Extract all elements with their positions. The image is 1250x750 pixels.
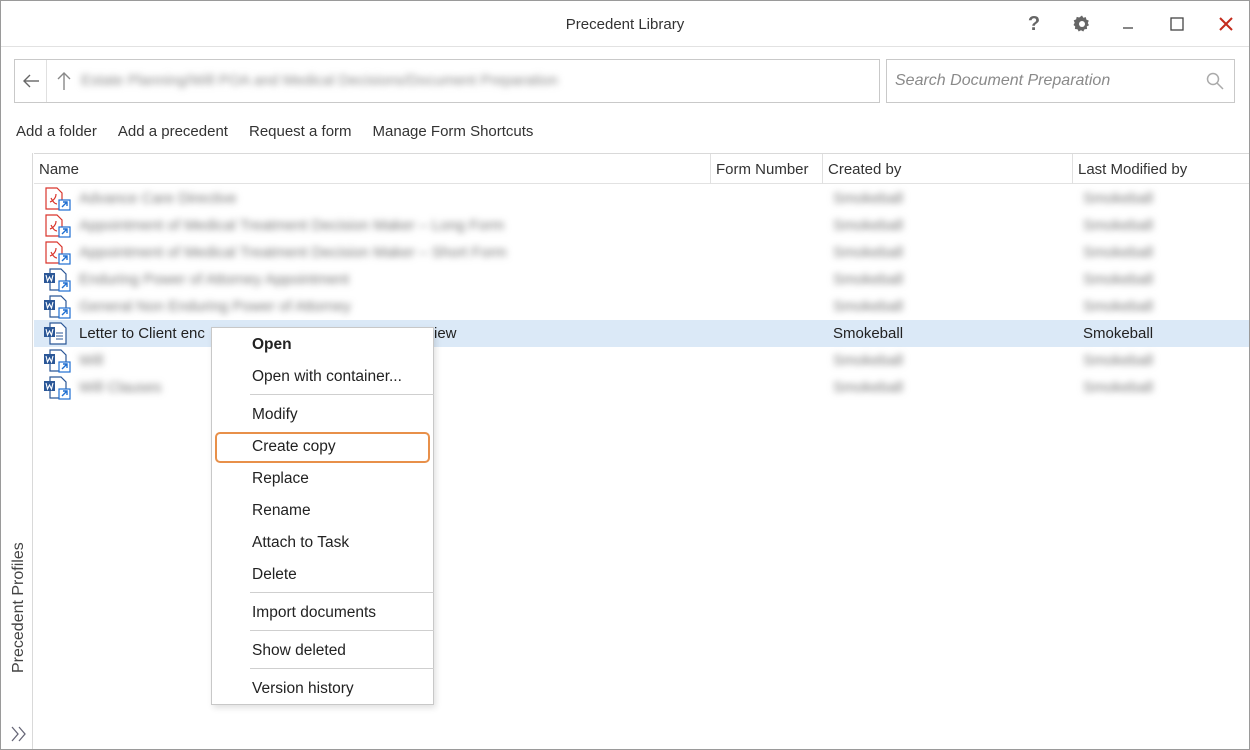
context-menu: Open Open with container... Modify Creat… [211, 327, 434, 705]
row-created-by: Smokeball [833, 190, 904, 207]
row-name: General Non Enduring Power of Attorney [79, 298, 351, 315]
row-last-modified-by: Smokeball [1083, 379, 1154, 396]
word-shortcut-icon [44, 376, 71, 400]
menu-item-open[interactable]: Open [252, 336, 292, 354]
menu-item-import-documents[interactable]: Import documents [252, 604, 376, 622]
search-box [886, 59, 1235, 103]
menu-separator [250, 592, 434, 593]
word-shortcut-icon [44, 295, 71, 319]
menu-item-replace[interactable]: Replace [252, 470, 309, 488]
row-name: Enduring Power of Attorney Appointment [79, 271, 350, 288]
help-icon[interactable]: ? [1019, 9, 1049, 39]
row-last-modified-by: Smokeball [1083, 298, 1154, 315]
back-arrow-icon[interactable] [15, 60, 47, 102]
menu-item-open-with-container[interactable]: Open with container... [252, 368, 402, 386]
table-row[interactable]: General Non Enduring Power of Attorney S… [34, 293, 1249, 320]
up-arrow-icon[interactable] [48, 60, 80, 102]
menu-item-show-deleted[interactable]: Show deleted [252, 642, 346, 660]
add-precedent-button[interactable]: Add a precedent [118, 123, 228, 140]
row-created-by: Smokeball [833, 379, 904, 396]
column-header-last-modified-by[interactable]: Last Modified by [1073, 154, 1249, 184]
expand-panel-icon[interactable] [9, 725, 29, 747]
search-icon[interactable] [1206, 72, 1224, 94]
row-name: Letter to Client enc [79, 325, 205, 342]
row-created-by: Smokeball [833, 298, 904, 315]
pdf-shortcut-icon [45, 187, 71, 211]
word-shortcut-icon [44, 268, 71, 292]
pdf-shortcut-icon [45, 214, 71, 238]
row-name: Advance Care Directive [79, 190, 237, 207]
minimize-icon[interactable] [1113, 9, 1143, 39]
add-folder-button[interactable]: Add a folder [16, 123, 97, 140]
row-last-modified-by: Smokeball [1083, 325, 1154, 342]
precedent-library-window: Precedent Library ? Estate Planning/Will… [0, 0, 1250, 750]
menu-item-create-copy[interactable]: Create copy [252, 438, 336, 456]
precedent-profiles-panel[interactable]: Precedent Profiles [1, 153, 33, 749]
gear-icon[interactable] [1067, 9, 1097, 39]
row-created-by: Smokeball [833, 244, 904, 261]
row-last-modified-by: Smokeball [1083, 271, 1154, 288]
row-created-by: Smokeball [833, 352, 904, 369]
row-name: Will Clauses [79, 379, 162, 396]
row-last-modified-by: Smokeball [1083, 244, 1154, 261]
word-doc-icon [44, 322, 67, 345]
word-shortcut-icon [44, 349, 71, 373]
address-bar: Estate Planning/Will POA and Medical Dec… [14, 59, 880, 103]
request-form-button[interactable]: Request a form [249, 123, 352, 140]
menu-separator [250, 668, 434, 669]
menu-item-modify[interactable]: Modify [252, 406, 298, 424]
manage-form-shortcuts-button[interactable]: Manage Form Shortcuts [373, 123, 534, 140]
title-bar: Precedent Library ? [1, 1, 1249, 47]
close-icon[interactable] [1211, 9, 1241, 39]
row-last-modified-by: Smokeball [1083, 352, 1154, 369]
toolbar: Add a folder Add a precedent Request a f… [16, 123, 554, 140]
row-last-modified-by: Smokeball [1083, 190, 1154, 207]
row-name: Will [79, 352, 104, 369]
menu-item-rename[interactable]: Rename [252, 502, 311, 520]
table-row[interactable]: Appointment of Medical Treatment Decisio… [34, 212, 1249, 239]
menu-item-delete[interactable]: Delete [252, 566, 297, 584]
pdf-shortcut-icon [45, 241, 71, 265]
column-header-name[interactable]: Name [34, 154, 711, 184]
row-name: Appointment of Medical Treatment Decisio… [79, 244, 507, 261]
table-row[interactable]: Advance Care Directive Smokeball Smokeba… [34, 185, 1249, 212]
row-name-end: iew [434, 325, 457, 342]
breadcrumb-path[interactable]: Estate Planning/Will POA and Medical Dec… [81, 72, 558, 89]
menu-separator [250, 630, 434, 631]
grid-header: Name Form Number Created by Last Modifie… [34, 154, 1249, 184]
row-name: Appointment of Medical Treatment Decisio… [79, 217, 505, 234]
menu-item-version-history[interactable]: Version history [252, 680, 354, 698]
table-row[interactable]: Appointment of Medical Treatment Decisio… [34, 239, 1249, 266]
search-input[interactable] [895, 70, 1195, 92]
table-row[interactable]: Enduring Power of Attorney Appointment S… [34, 266, 1249, 293]
window-title: Precedent Library [565, 16, 685, 33]
precedent-profiles-label: Precedent Profiles [10, 542, 27, 673]
row-created-by: Smokeball [833, 217, 904, 234]
row-created-by: Smokeball [833, 325, 904, 342]
column-header-form-number[interactable]: Form Number [711, 154, 823, 184]
column-header-created-by[interactable]: Created by [823, 154, 1073, 184]
menu-separator [250, 394, 434, 395]
maximize-icon[interactable] [1162, 9, 1192, 39]
menu-item-attach-to-task[interactable]: Attach to Task [252, 534, 349, 552]
row-last-modified-by: Smokeball [1083, 217, 1154, 234]
row-created-by: Smokeball [833, 271, 904, 288]
